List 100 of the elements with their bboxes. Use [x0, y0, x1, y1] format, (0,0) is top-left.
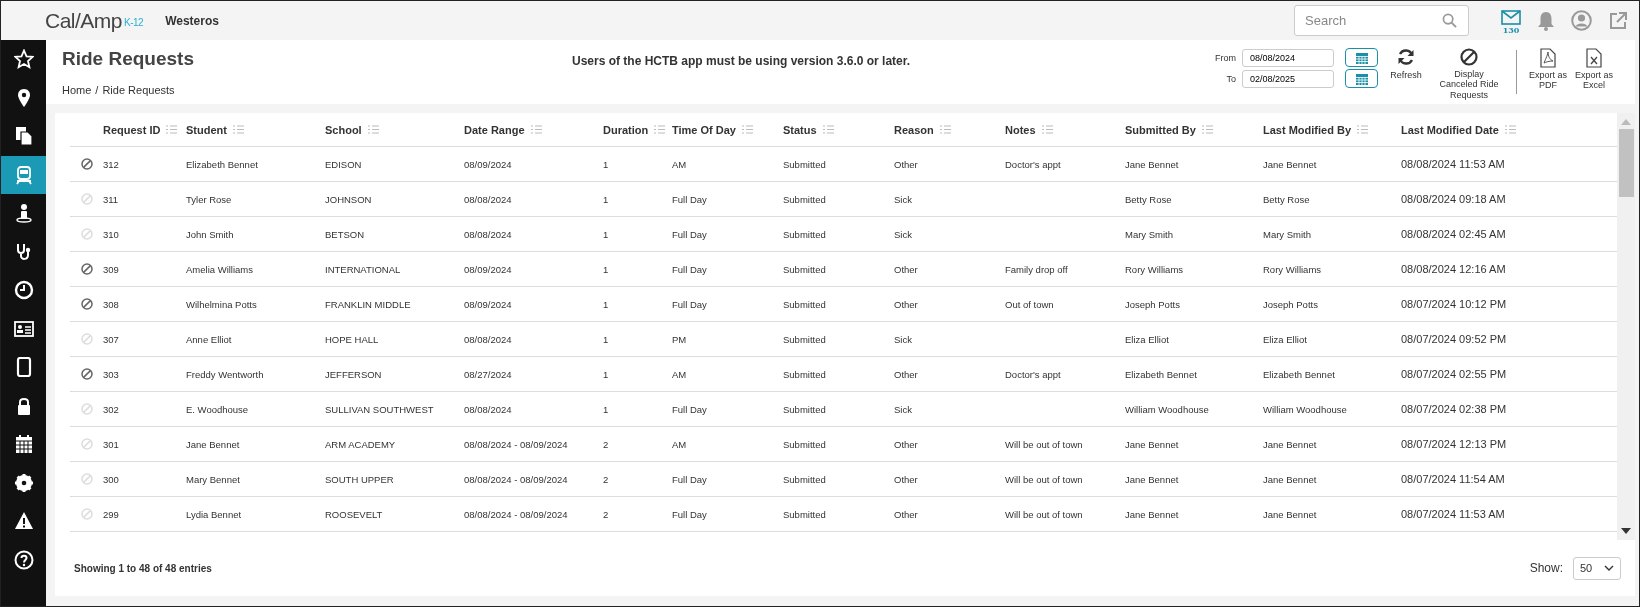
- table-cell: 08/07/2024 11:54 AM: [1401, 473, 1505, 485]
- table-cell: 1: [603, 333, 609, 345]
- table-cell: JEFFERSON: [325, 368, 382, 380]
- table-cell: 08/08/2024: [464, 403, 512, 415]
- table-cell: Other: [894, 508, 918, 520]
- calendar-icon: [13, 434, 34, 455]
- table-cell: Jane Bennet: [1125, 473, 1179, 485]
- table-cell: ROOSEVELT: [325, 508, 383, 520]
- page-size-select[interactable]: 50: [1573, 556, 1621, 580]
- table-cell: Eliza Elliot: [1125, 333, 1169, 345]
- table-cell: SOUTH UPPER: [325, 473, 394, 485]
- column-header[interactable]: Duration: [603, 123, 649, 136]
- table-cell: Submitted: [783, 473, 826, 485]
- calendar-icon: [1354, 50, 1369, 65]
- column-header[interactable]: Notes: [1005, 123, 1036, 136]
- table-cell: 302: [103, 403, 119, 415]
- table-cell: Elizabeth Bennet: [1263, 368, 1335, 380]
- refresh-icon: [1397, 48, 1415, 66]
- cancel-icon[interactable]: [80, 158, 93, 170]
- table-cell: 301: [103, 438, 119, 450]
- table-cell: Betty Rose: [1263, 193, 1310, 205]
- table-cell: Will be out of town: [1005, 473, 1083, 485]
- external-link-icon[interactable]: [1608, 10, 1628, 31]
- page-title: Ride Requests: [62, 48, 195, 70]
- column-header[interactable]: Student: [186, 123, 227, 136]
- table-cell: 310: [103, 228, 119, 240]
- calendar-button[interactable]: [1345, 69, 1378, 88]
- table-cell: Anne Elliot: [186, 333, 232, 345]
- table-cell: 08/09/2024: [464, 298, 512, 310]
- date-label: To: [1225, 73, 1236, 84]
- display-canceled-button[interactable]: Display Canceled Ride Requests: [1436, 48, 1502, 101]
- table-cell: Freddy Wentworth: [186, 368, 264, 380]
- table-cell: Mary Bennet: [186, 473, 240, 485]
- export-pdf-button[interactable]: Export as PDF: [1527, 48, 1569, 91]
- date-field[interactable]: 08/08/2024: [1242, 48, 1334, 67]
- column-header[interactable]: Request ID: [103, 123, 161, 136]
- scroll-down-arrow-icon[interactable]: [1621, 528, 1631, 534]
- column-header[interactable]: Last Modified Date: [1401, 123, 1499, 136]
- table-cell: Submitted: [783, 403, 826, 415]
- table-cell: Other: [894, 298, 918, 310]
- table-cell: PM: [672, 333, 687, 345]
- refresh-button[interactable]: Refresh: [1386, 48, 1426, 81]
- table-cell: Full Day: [672, 193, 707, 205]
- table-cell: Mary Smith: [1263, 228, 1312, 240]
- table-cell: Submitted: [783, 298, 826, 310]
- column-header[interactable]: Date Range: [464, 123, 525, 136]
- column-header[interactable]: Last Modified By: [1263, 123, 1351, 136]
- table-cell: Jane Bennet: [1263, 473, 1317, 485]
- table-cell: 08/09/2024: [464, 263, 512, 275]
- table-cell: 300: [103, 473, 119, 485]
- search-field[interactable]: Search: [1294, 5, 1469, 36]
- table-cell: 08/07/2024 02:38 PM: [1401, 403, 1507, 415]
- person-icon: [13, 203, 34, 224]
- table-cell: Jane Bennet: [1125, 158, 1179, 170]
- table-cell: Jane Bennet: [1263, 438, 1317, 450]
- table-cell: Full Day: [672, 298, 707, 310]
- table-cell: Full Day: [672, 508, 707, 520]
- sidebar-item[interactable]: [1, 155, 46, 194]
- user-avatar-icon[interactable]: [1571, 10, 1592, 31]
- table-cell: 1: [603, 263, 609, 275]
- table-cell: Doctor's appt: [1005, 368, 1061, 380]
- table-cell: 08/08/2024 11:53 AM: [1401, 158, 1505, 170]
- table-cell: Sick: [894, 228, 912, 240]
- table-cell: Other: [894, 438, 918, 450]
- column-header[interactable]: Reason: [894, 123, 934, 136]
- table-cell: 2: [603, 438, 609, 450]
- date-label: From: [1214, 52, 1236, 63]
- bus-icon: [13, 164, 34, 185]
- cancel-icon[interactable]: [80, 263, 93, 275]
- show-label: Show:: [1529, 561, 1563, 575]
- table-cell: Submitted: [783, 508, 826, 520]
- table-cell: Tyler Rose: [186, 193, 232, 205]
- table-cell: 1: [603, 368, 609, 380]
- table-cell: Other: [894, 473, 918, 485]
- column-header[interactable]: School: [325, 123, 362, 136]
- table-cell: Jane Bennet: [1263, 158, 1317, 170]
- table-cell: HOPE HALL: [325, 333, 379, 345]
- calendar-icon: [1354, 71, 1369, 86]
- table-cell: ARM ACADEMY: [325, 438, 396, 450]
- table-cell: Full Day: [672, 263, 707, 275]
- column-header[interactable]: Submitted By: [1125, 123, 1196, 136]
- table-cell: 311: [103, 193, 119, 205]
- cancel-icon[interactable]: [80, 368, 93, 380]
- cancel-icon[interactable]: [80, 298, 93, 310]
- calendar-button[interactable]: [1345, 48, 1378, 67]
- table-cell: Full Day: [672, 403, 707, 415]
- documents-icon: [13, 126, 34, 147]
- table-cell: 08/08/2024 09:18 AM: [1401, 193, 1506, 205]
- export-excel-button[interactable]: Export as Excel: [1573, 48, 1615, 91]
- table-cell: 2: [603, 508, 609, 520]
- column-header[interactable]: Time Of Day: [672, 123, 736, 136]
- date-field[interactable]: 02/08/2025: [1242, 69, 1334, 88]
- table-cell: 08/07/2024 11:53 AM: [1401, 508, 1505, 520]
- column-header[interactable]: Status: [783, 123, 817, 136]
- breadcrumb-link[interactable]: Ride Requests: [102, 84, 175, 96]
- scrollbar-thumb[interactable]: [1618, 129, 1634, 197]
- bell-icon[interactable]: [1537, 10, 1555, 31]
- breadcrumb-link[interactable]: Home: [62, 84, 92, 96]
- clock-icon: [13, 280, 34, 301]
- table-cell: 08/08/2024 - 08/09/2024: [464, 508, 568, 520]
